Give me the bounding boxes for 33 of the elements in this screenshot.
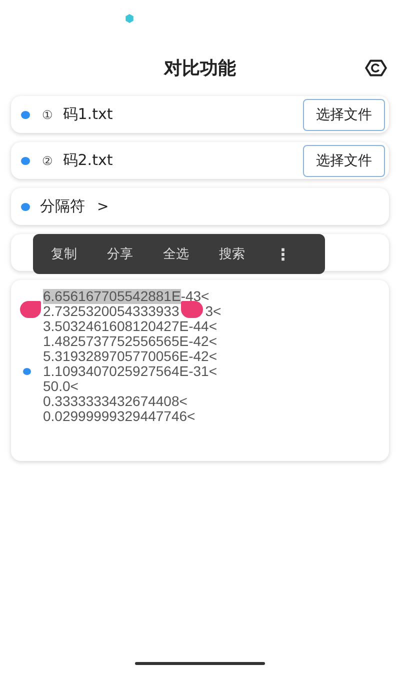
menu-item[interactable]: ⋮	[263, 244, 303, 264]
bullet-icon	[23, 368, 31, 375]
output-line: 5.3193289705770056E-42<	[43, 349, 218, 364]
bullet-icon	[21, 202, 30, 210]
separator-card[interactable]: 分隔符 >	[11, 188, 389, 225]
choose-file-button[interactable]: 选择文件	[303, 98, 385, 130]
output-line: 50.0<	[43, 379, 78, 394]
output-line: 3<	[205, 304, 222, 319]
selection-handle[interactable]	[20, 301, 41, 318]
bullet-icon	[21, 156, 30, 164]
output-line: 0.02999999329447746<	[43, 409, 196, 424]
selection-handle[interactable]	[181, 301, 204, 318]
menu-item[interactable]: 复制	[39, 245, 89, 263]
output-line: 1.1093407025927564E-31<	[43, 364, 218, 379]
output-line: 0.3333333432674408<	[43, 394, 188, 409]
bullet-icon	[21, 110, 30, 118]
separator-label: 分隔符	[40, 197, 85, 216]
selected-text: 6.656167705542881E	[43, 289, 181, 304]
separator-value: >	[97, 198, 109, 214]
output-line: 2.7325320054333933	[43, 304, 180, 319]
output-line: 1.4825737752556565E-42<	[43, 334, 218, 349]
file-name: 码2.txt	[62, 151, 113, 170]
menu-item[interactable]: 分享	[95, 245, 145, 263]
menu-item[interactable]: 全选	[151, 245, 201, 263]
file-name: 码1.txt	[62, 105, 113, 124]
choose-file-button[interactable]: 选择文件	[303, 144, 385, 176]
file-number: ①	[42, 108, 53, 122]
output-line: -43<	[180, 289, 210, 304]
menu-item[interactable]: 搜索	[207, 245, 257, 263]
file-number: ②	[42, 154, 53, 168]
status-icon	[125, 14, 134, 23]
output-line: 3.5032461608120427E-44<	[43, 319, 218, 334]
page-title: 对比功能	[164, 57, 236, 80]
